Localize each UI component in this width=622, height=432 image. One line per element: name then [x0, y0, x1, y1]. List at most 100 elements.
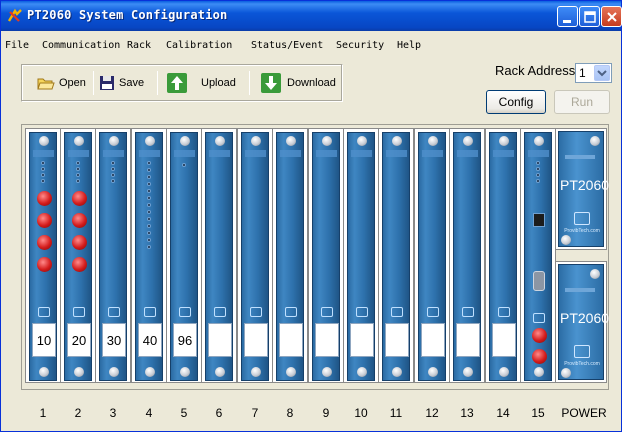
screw-icon — [392, 367, 402, 377]
module-nameplate — [103, 150, 124, 157]
app-icon — [7, 8, 22, 22]
power-indicator — [565, 288, 595, 292]
slot-8[interactable] — [272, 128, 308, 383]
status-led — [147, 161, 151, 165]
power-website-label: ProvibTech.com — [564, 228, 600, 234]
module-label — [279, 323, 303, 357]
slot-number-label: 8 — [286, 406, 294, 420]
slot-15[interactable] — [520, 128, 556, 383]
module-card — [205, 132, 233, 381]
provibtech-logo-icon — [391, 307, 403, 317]
screw-icon — [322, 367, 332, 377]
menu-security[interactable]: Security — [336, 40, 384, 51]
menu-status-event[interactable]: Status/Event — [251, 40, 323, 51]
status-led — [536, 167, 540, 171]
minimize-button[interactable] — [557, 6, 578, 27]
screw-icon — [215, 136, 225, 146]
close-icon — [607, 12, 617, 22]
dropdown-arrow-icon[interactable] — [594, 65, 610, 81]
status-led — [41, 179, 45, 183]
menu-communication[interactable]: Communication — [42, 40, 120, 51]
slot-4[interactable]: 40 — [131, 128, 167, 383]
slot-11[interactable] — [378, 128, 414, 383]
power-model-label: PT2060 — [560, 310, 610, 326]
run-button[interactable]: Run — [554, 90, 610, 114]
module-nameplate — [280, 150, 301, 157]
slot-3[interactable]: 30 — [95, 128, 131, 383]
slot-2[interactable]: 20 — [60, 128, 96, 383]
status-led — [147, 245, 151, 249]
provibtech-logo-icon — [250, 307, 262, 317]
module-card — [241, 132, 269, 381]
slot-5[interactable]: 96 — [166, 128, 202, 383]
menu-calibration[interactable]: Calibration — [166, 40, 232, 51]
upload-button[interactable]: Upload — [167, 73, 236, 93]
close-button[interactable] — [601, 6, 622, 27]
slot-13[interactable] — [449, 128, 485, 383]
slot-14[interactable] — [485, 128, 521, 383]
status-led — [147, 231, 151, 235]
screw-icon — [251, 136, 261, 146]
save-button[interactable]: Save — [99, 73, 144, 93]
status-led — [536, 179, 540, 183]
power-module-1[interactable]: PT2060 ProvibTech.com — [555, 128, 609, 250]
module-label: 20 — [67, 323, 91, 357]
slot-number-label: 11 — [389, 406, 403, 420]
power-module-2[interactable]: PT2060 ProvibTech.com — [555, 261, 610, 383]
bnc-connector-icon — [72, 235, 87, 250]
module-label — [208, 323, 232, 357]
slot-7[interactable] — [237, 128, 273, 383]
module-card — [524, 132, 552, 381]
upload-arrow-icon — [167, 73, 187, 93]
provibtech-logo-icon — [214, 307, 226, 317]
config-button[interactable]: Config — [486, 90, 546, 114]
rack-address-select[interactable]: 1 — [575, 63, 612, 83]
floppy-disk-icon — [100, 76, 114, 90]
screw-icon — [286, 367, 296, 377]
bnc-connector-icon — [72, 191, 87, 206]
open-button[interactable]: Open — [37, 73, 86, 93]
status-led — [76, 179, 80, 183]
provibtech-logo-icon — [462, 307, 474, 317]
slot-number-label: 15 — [531, 406, 545, 420]
bnc-connector-icon — [37, 191, 52, 206]
provibtech-logo-icon — [427, 307, 439, 317]
status-led — [147, 168, 151, 172]
bnc-connector-icon — [532, 328, 547, 343]
menu-file[interactable]: File — [5, 40, 29, 51]
download-button[interactable]: Download — [261, 73, 336, 93]
slot-12[interactable] — [414, 128, 450, 383]
status-led — [76, 161, 80, 165]
slot-number-label: 12 — [425, 406, 439, 420]
screw-icon — [145, 367, 155, 377]
title-bar[interactable]: PT2060 System Configuration — [1, 1, 622, 31]
slot-10[interactable] — [343, 128, 379, 383]
screw-icon — [286, 136, 296, 146]
provibtech-logo-icon — [108, 307, 120, 317]
module-nameplate — [209, 150, 230, 157]
provibtech-logo-icon — [321, 307, 333, 317]
module-label: 96 — [173, 323, 197, 357]
power-indicator — [565, 155, 595, 159]
module-nameplate — [528, 150, 549, 157]
module-card — [418, 132, 446, 381]
screw-icon — [357, 136, 367, 146]
screw-icon — [215, 367, 225, 377]
slot-number-label: 10 — [354, 406, 368, 420]
status-led — [41, 161, 45, 165]
bnc-connector-icon — [37, 213, 52, 228]
slot-9[interactable] — [308, 128, 344, 383]
status-led — [147, 224, 151, 228]
slot-1[interactable]: 10 — [25, 128, 61, 383]
slot-6[interactable] — [201, 128, 237, 383]
menu-help[interactable]: Help — [397, 40, 421, 51]
maximize-button[interactable] — [579, 6, 600, 27]
slot-number-label: 6 — [215, 406, 223, 420]
status-led — [536, 173, 540, 177]
screw-icon — [561, 368, 571, 378]
save-label: Save — [119, 77, 145, 89]
status-led — [147, 217, 151, 221]
menu-rack[interactable]: Rack — [127, 40, 151, 51]
module-card — [382, 132, 410, 381]
power-website-label: ProvibTech.com — [564, 361, 600, 367]
